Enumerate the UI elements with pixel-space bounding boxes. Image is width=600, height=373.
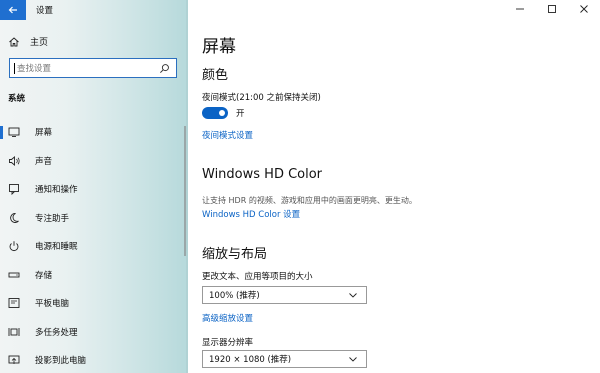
- sidebar-item-focus-assist[interactable]: 专注助手: [0, 204, 188, 233]
- scale-dropdown[interactable]: 100% (推荐): [202, 286, 367, 304]
- color-heading: 颜色: [202, 68, 229, 83]
- night-light-toggle[interactable]: [202, 107, 228, 119]
- home-nav-item[interactable]: 主页: [8, 35, 48, 48]
- sidebar-item-label: 屏幕: [35, 128, 53, 139]
- close-button[interactable]: [568, 0, 600, 18]
- night-light-state: 开: [236, 109, 245, 119]
- sidebar-item-sound[interactable]: 声音: [0, 147, 188, 176]
- storage-icon: [8, 269, 20, 281]
- sidebar-item-display[interactable]: 屏幕: [0, 118, 188, 147]
- sidebar-scrollbar[interactable]: [184, 126, 186, 256]
- advanced-scaling-link[interactable]: 高级缩放设置: [202, 312, 253, 324]
- sidebar-nav-list: 屏幕 声音 通知和操作 专注助手 电源和睡眠 存储 平板电脑 多任务处理 投影到…: [0, 118, 188, 373]
- multitask-icon: [8, 326, 20, 338]
- back-button[interactable]: [0, 0, 26, 20]
- hdr-heading: Windows HD Color: [202, 167, 323, 182]
- hdr-description: 让支持 HDR 的视频、游戏和应用中的画面更明亮、更生动。: [202, 196, 417, 205]
- sidebar-item-label: 声音: [35, 156, 53, 167]
- page-title: 屏幕: [202, 37, 236, 57]
- app-title: 设置: [36, 6, 54, 16]
- night-light-settings-link[interactable]: 夜间模式设置: [202, 129, 253, 141]
- sidebar-item-label: 多任务处理: [35, 327, 78, 338]
- toggle-knob: [219, 110, 225, 116]
- project-icon: [8, 354, 20, 366]
- title-bar-left: 设置: [0, 0, 188, 20]
- display-icon: [8, 126, 20, 138]
- moon-icon: [8, 212, 20, 224]
- night-light-toggle-row: 开: [202, 107, 245, 119]
- text-caret: [14, 62, 15, 74]
- sidebar-item-label: 电源和睡眠: [35, 242, 78, 253]
- sidebar-item-label: 专注助手: [35, 213, 70, 224]
- sidebar-item-tablet[interactable]: 平板电脑: [0, 289, 188, 318]
- minimize-button[interactable]: [504, 0, 536, 18]
- search-placeholder: 查找设置: [17, 64, 52, 74]
- scale-layout-heading: 缩放与布局: [202, 247, 268, 262]
- close-icon: [580, 5, 588, 13]
- scale-label: 更改文本、应用等项目的大小: [202, 272, 313, 282]
- scale-value: 100% (推荐): [209, 291, 260, 301]
- sidebar-item-label: 存储: [35, 270, 53, 281]
- sidebar-item-notifications[interactable]: 通知和操作: [0, 175, 188, 204]
- maximize-button[interactable]: [536, 0, 568, 18]
- sidebar-item-storage[interactable]: 存储: [0, 261, 188, 290]
- back-arrow-icon: [8, 6, 17, 14]
- resolution-dropdown[interactable]: 1920 × 1080 (推荐): [202, 350, 367, 368]
- maximize-icon: [548, 5, 556, 13]
- power-icon: [8, 240, 20, 252]
- sidebar-item-power-sleep[interactable]: 电源和睡眠: [0, 232, 188, 261]
- sidebar-item-label: 通知和操作: [35, 185, 78, 196]
- section-heading: 系统: [8, 94, 26, 104]
- resolution-label: 显示器分辨率: [202, 338, 254, 348]
- speaker-icon: [8, 155, 20, 167]
- sidebar-item-label: 平板电脑: [35, 299, 70, 310]
- chevron-down-icon: [348, 354, 358, 364]
- home-icon: [9, 36, 19, 46]
- sidebar-item-multitasking[interactable]: 多任务处理: [0, 318, 188, 347]
- sidebar-item-project[interactable]: 投影到此电脑: [0, 346, 188, 373]
- notification-icon: [8, 183, 20, 196]
- tablet-icon: [8, 297, 20, 309]
- minimize-icon: [516, 8, 524, 10]
- home-label: 主页: [30, 38, 49, 48]
- sidebar: 设置 主页 查找设置 系统 屏幕 声音 通知和操作 专注助手 电源和睡眠 存储 …: [0, 0, 188, 373]
- night-light-label: 夜间模式(21:00 之前保持关闭): [202, 93, 321, 103]
- chevron-down-icon: [348, 290, 358, 300]
- sidebar-item-label: 投影到此电脑: [35, 356, 87, 367]
- search-input[interactable]: 查找设置: [9, 58, 177, 78]
- search-icon[interactable]: [159, 63, 170, 74]
- hdr-settings-link[interactable]: Windows HD Color 设置: [202, 208, 300, 220]
- resolution-value: 1920 × 1080 (推荐): [209, 355, 292, 365]
- window-controls: [504, 0, 600, 18]
